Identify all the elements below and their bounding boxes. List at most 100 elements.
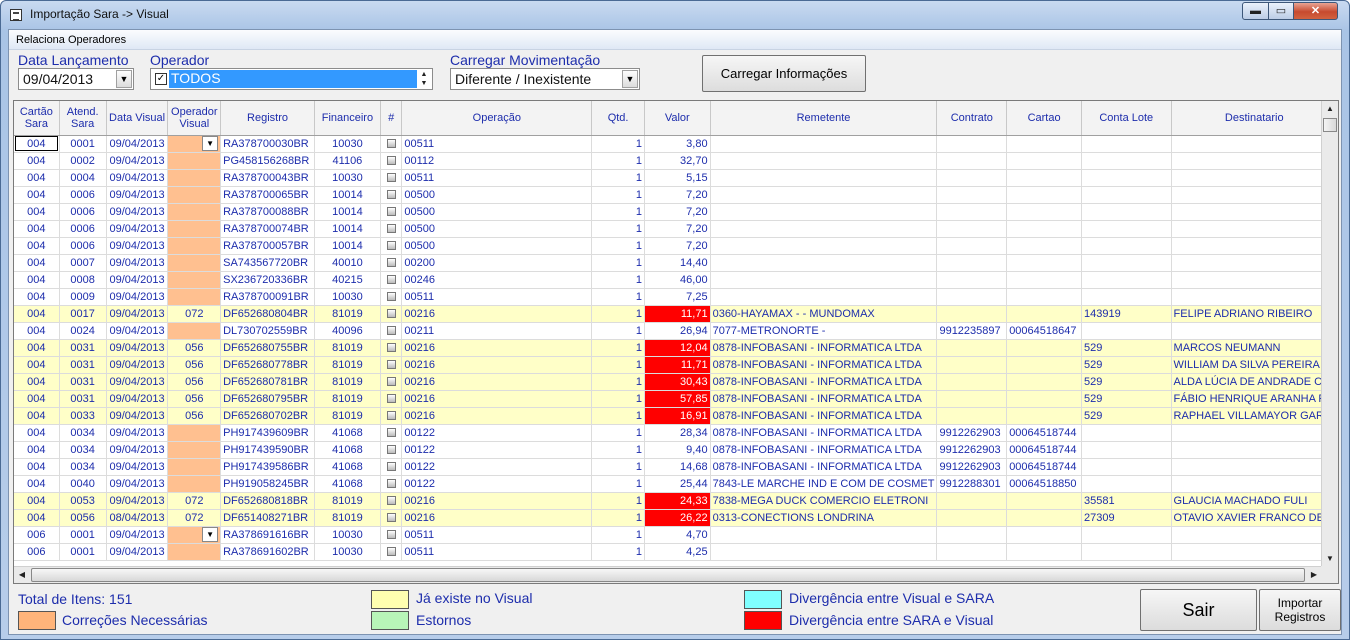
- table-cell[interactable]: 00500: [401, 186, 593, 204]
- table-cell[interactable]: 004: [14, 254, 60, 272]
- table-cell[interactable]: [167, 237, 222, 255]
- column-header[interactable]: #: [380, 101, 403, 136]
- table-cell[interactable]: [380, 169, 403, 187]
- table-cell[interactable]: 00500: [401, 237, 593, 255]
- table-cell[interactable]: 09/04/2013: [106, 339, 169, 357]
- table-cell[interactable]: 7,20: [644, 220, 711, 238]
- table-cell[interactable]: 7,20: [644, 186, 711, 204]
- table-cell[interactable]: [167, 220, 222, 238]
- table-cell[interactable]: 0002: [59, 152, 107, 170]
- column-header[interactable]: Conta Lote: [1081, 101, 1172, 136]
- table-cell[interactable]: [380, 186, 403, 204]
- table-cell[interactable]: [936, 305, 1008, 323]
- table-cell[interactable]: [1171, 526, 1338, 544]
- table-cell[interactable]: [1081, 220, 1172, 238]
- table-cell[interactable]: 09/04/2013: [106, 220, 169, 238]
- table-row[interactable]: 004 0031 09/04/2013 056 DF652680778BR 81019 00…: [14, 356, 1338, 374]
- table-row[interactable]: 004 0053 09/04/2013 072 DF652680818BR 81019 00…: [14, 492, 1338, 510]
- table-cell[interactable]: 09/04/2013: [106, 237, 169, 255]
- carregar-movimentacao-select[interactable]: Diferente / Inexistente ▼: [450, 68, 640, 90]
- table-cell[interactable]: 1: [591, 152, 645, 170]
- table-cell[interactable]: 006: [14, 526, 60, 544]
- table-cell[interactable]: 0006: [59, 186, 107, 204]
- table-cell[interactable]: [1171, 220, 1338, 238]
- table-cell[interactable]: 004: [14, 407, 60, 425]
- table-row[interactable]: 004 0031 09/04/2013 056 DF652680795BR 81019 00…: [14, 390, 1338, 408]
- table-cell[interactable]: DL730702559BR: [220, 322, 315, 340]
- table-cell[interactable]: [1081, 237, 1172, 255]
- table-cell[interactable]: [1171, 237, 1338, 255]
- table-cell[interactable]: [380, 203, 403, 221]
- table-cell[interactable]: [380, 475, 403, 493]
- table-cell[interactable]: MARCOS NEUMANN: [1171, 339, 1338, 357]
- table-cell[interactable]: 09/04/2013: [106, 424, 169, 442]
- table-cell[interactable]: [1006, 271, 1082, 289]
- table-cell[interactable]: 0008: [59, 271, 107, 289]
- table-cell[interactable]: 0878-INFOBASANI - INFORMATICA LTDA: [710, 424, 938, 442]
- table-cell[interactable]: 1: [591, 203, 645, 221]
- detail-icon[interactable]: [386, 258, 396, 268]
- table-cell[interactable]: 004: [14, 271, 60, 289]
- detail-icon[interactable]: [386, 547, 396, 557]
- table-cell[interactable]: [710, 135, 938, 153]
- table-cell[interactable]: [167, 271, 222, 289]
- table-cell[interactable]: [1006, 339, 1082, 357]
- table-cell[interactable]: [380, 424, 403, 442]
- table-cell[interactable]: DF652680778BR: [220, 356, 315, 374]
- horizontal-scrollbar[interactable]: ◀ ▶: [14, 566, 1322, 583]
- table-cell[interactable]: 00500: [401, 203, 593, 221]
- table-cell[interactable]: [1081, 526, 1172, 544]
- table-cell[interactable]: DF652680795BR: [220, 390, 315, 408]
- table-cell[interactable]: 14,68: [644, 458, 711, 476]
- table-cell[interactable]: 81019: [314, 390, 381, 408]
- table-cell[interactable]: 0878-INFOBASANI - INFORMATICA LTDA: [710, 458, 938, 476]
- table-cell[interactable]: 24,33: [644, 492, 711, 510]
- detail-icon[interactable]: [386, 207, 396, 217]
- table-cell[interactable]: 0006: [59, 203, 107, 221]
- table-cell[interactable]: [1006, 305, 1082, 323]
- table-cell[interactable]: 00511: [401, 169, 593, 187]
- table-cell[interactable]: 004: [14, 458, 60, 476]
- horizontal-scroll-thumb[interactable]: [31, 568, 1305, 582]
- table-cell[interactable]: DF652680781BR: [220, 373, 315, 391]
- table-cell[interactable]: [1006, 492, 1082, 510]
- table-cell[interactable]: 004: [14, 288, 60, 306]
- table-cell[interactable]: DF652680755BR: [220, 339, 315, 357]
- table-row[interactable]: 004 0034 09/04/2013 PH917439586BR 41068 00122…: [14, 458, 1338, 476]
- detail-icon[interactable]: [386, 513, 396, 523]
- table-cell[interactable]: 26,22: [644, 509, 711, 527]
- detail-icon[interactable]: [386, 190, 396, 200]
- table-cell[interactable]: 00200: [401, 254, 593, 272]
- table-cell[interactable]: 7843-LE MARCHE IND E COM DE COSMET: [710, 475, 938, 493]
- column-header[interactable]: Atend. Sara: [59, 101, 107, 136]
- table-cell[interactable]: [1081, 424, 1172, 442]
- table-cell[interactable]: [380, 492, 403, 510]
- table-cell[interactable]: 41068: [314, 475, 381, 493]
- table-cell[interactable]: RA378700030BR: [220, 135, 315, 153]
- table-cell[interactable]: 41106: [314, 152, 381, 170]
- table-cell[interactable]: 1: [591, 424, 645, 442]
- column-header[interactable]: Operação: [401, 101, 593, 136]
- table-cell[interactable]: 14,40: [644, 254, 711, 272]
- table-cell[interactable]: 004: [14, 186, 60, 204]
- table-cell[interactable]: [710, 543, 938, 561]
- table-cell[interactable]: 00511: [401, 543, 593, 561]
- table-cell[interactable]: 004: [14, 339, 60, 357]
- table-cell[interactable]: [1081, 441, 1172, 459]
- table-cell[interactable]: [380, 220, 403, 238]
- table-cell[interactable]: 00216: [401, 339, 593, 357]
- table-cell[interactable]: 09/04/2013: [106, 288, 169, 306]
- table-cell[interactable]: 09/04/2013: [106, 186, 169, 204]
- table-cell[interactable]: [167, 203, 222, 221]
- table-cell[interactable]: 09/04/2013: [106, 543, 169, 561]
- table-cell[interactable]: 004: [14, 169, 60, 187]
- table-cell[interactable]: 11,71: [644, 305, 711, 323]
- table-cell[interactable]: [1081, 135, 1172, 153]
- table-cell[interactable]: RA378700065BR: [220, 186, 315, 204]
- table-cell[interactable]: 1: [591, 407, 645, 425]
- table-cell[interactable]: 0031: [59, 373, 107, 391]
- table-cell[interactable]: 0878-INFOBASANI - INFORMATICA LTDA: [710, 407, 938, 425]
- carregar-informacoes-button[interactable]: Carregar Informações: [702, 55, 866, 92]
- table-cell[interactable]: 40215: [314, 271, 381, 289]
- table-cell[interactable]: 81019: [314, 305, 381, 323]
